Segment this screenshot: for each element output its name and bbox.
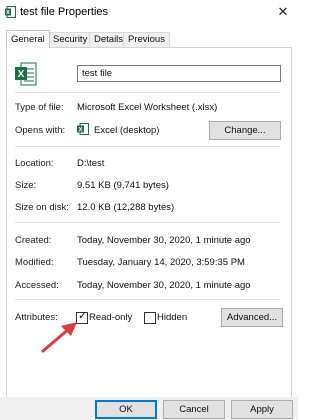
divider	[15, 222, 280, 223]
svg-text:X: X	[6, 10, 10, 16]
excel-file-icon: X	[15, 62, 37, 86]
annotation-arrow	[41, 322, 77, 353]
cancel-button[interactable]: Cancel	[163, 400, 225, 419]
window-title: test file Properties	[20, 6, 109, 18]
excel-app-icon: X	[5, 6, 16, 18]
accessed-value: Today, November 30, 2020, 1 minute ago	[77, 280, 251, 291]
svg-text:X: X	[18, 69, 25, 80]
excel-small-icon: X	[77, 123, 89, 135]
advanced-button[interactable]: Advanced...	[221, 308, 283, 327]
location-label: Location:	[15, 158, 54, 169]
apply-button[interactable]: Apply	[231, 400, 293, 419]
tab-security[interactable]: Security	[48, 32, 93, 47]
size-on-disk-value: 12.0 KB (12,288 bytes)	[77, 202, 175, 213]
general-panel: X test file Type of file: Microsoft Exce…	[6, 47, 292, 399]
divider	[15, 146, 280, 147]
modified-label: Modified:	[15, 257, 54, 268]
opens-with-label: Opens with:	[15, 125, 66, 136]
modified-value: Tuesday, January 14, 2020, 3:59:35 PM	[77, 257, 245, 268]
tab-general[interactable]: General	[6, 30, 50, 48]
size-label: Size:	[15, 180, 37, 191]
ok-button[interactable]: OK	[95, 400, 157, 419]
read-only-label[interactable]: Read-only	[89, 312, 132, 323]
file-name-field[interactable]: test file	[77, 65, 281, 82]
checkmark-icon: ✓	[78, 310, 88, 322]
svg-text:X: X	[78, 127, 82, 133]
change-button[interactable]: Change...	[209, 121, 281, 140]
divider	[15, 299, 280, 300]
tab-previous-versions[interactable]: Previous Versions	[123, 32, 170, 59]
hidden-label[interactable]: Hidden	[157, 312, 187, 323]
hidden-checkbox[interactable]	[144, 312, 156, 324]
size-value: 9.51 KB (9,741 bytes)	[77, 180, 169, 191]
size-on-disk-label: Size on disk:	[15, 202, 69, 213]
created-value: Today, November 30, 2020, 1 minute ago	[77, 235, 251, 246]
close-icon[interactable]: ✕	[272, 1, 294, 23]
opens-with-value: Excel (desktop)	[94, 125, 160, 136]
created-label: Created:	[15, 235, 52, 246]
divider	[15, 92, 280, 93]
location-value: D:\test	[77, 158, 105, 169]
title-bar: X test file Properties ✕	[0, 0, 298, 24]
type-of-file-value: Microsoft Excel Worksheet (.xlsx)	[77, 102, 218, 113]
accessed-label: Accessed:	[15, 280, 59, 291]
dialog-footer: OK Cancel Apply	[0, 397, 298, 420]
type-of-file-label: Type of file:	[15, 102, 64, 113]
